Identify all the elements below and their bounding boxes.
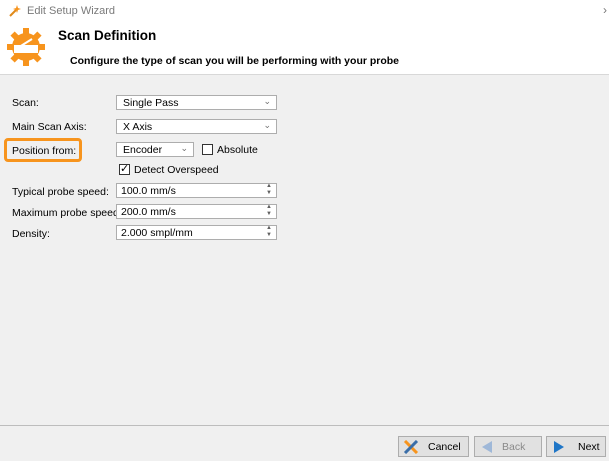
- main-scan-axis-value: X Axis: [123, 121, 153, 133]
- main-scan-axis-label: Main Scan Axis:: [12, 121, 87, 133]
- density-value: 2.000 smpl/mm: [121, 227, 193, 239]
- wizard-header: Scan Definition Configure the type of sc…: [0, 22, 609, 75]
- scan-value: Single Pass: [123, 97, 179, 109]
- spinner-arrows-icon[interactable]: ▲ ▼: [266, 183, 272, 197]
- position-from-value: Encoder: [123, 144, 163, 156]
- density-input[interactable]: 2.000 smpl/mm ▲ ▼: [116, 225, 277, 240]
- scan-select[interactable]: Single Pass ⌄: [116, 95, 277, 110]
- position-from-label: Position from:: [12, 145, 77, 157]
- chevron-down-icon: ⌄: [180, 143, 188, 153]
- cancel-label: Cancel: [428, 441, 461, 453]
- next-button[interactable]: Next: [546, 436, 606, 457]
- chevron-down-icon: ⌄: [263, 96, 271, 106]
- back-label: Back: [502, 441, 526, 453]
- detect-overspeed-label: Detect Overspeed: [134, 164, 219, 176]
- cancel-x-icon: [403, 440, 419, 454]
- absolute-checkbox[interactable]: [202, 144, 213, 155]
- spinner-arrows-icon[interactable]: ▲ ▼: [266, 225, 272, 239]
- close-icon[interactable]: ›: [603, 3, 607, 17]
- check-icon: ✓: [120, 163, 130, 175]
- wizard-footer: Cancel Back Next: [0, 425, 609, 461]
- page-subtitle: Configure the type of scan you will be p…: [70, 55, 400, 67]
- maximum-probe-speed-value: 200.0 mm/s: [121, 206, 176, 218]
- absolute-label: Absolute: [217, 144, 258, 156]
- scanner-gear-icon: [7, 28, 45, 66]
- detect-overspeed-checkbox[interactable]: ✓: [119, 163, 130, 175]
- chevron-down-icon: ⌄: [263, 120, 271, 130]
- typical-probe-speed-value: 100.0 mm/s: [121, 185, 176, 197]
- next-label: Next: [578, 441, 600, 453]
- window-title: Edit Setup Wizard: [27, 5, 116, 17]
- page-title: Scan Definition: [58, 28, 157, 43]
- arrow-right-icon: [554, 441, 564, 453]
- maximum-probe-speed-input[interactable]: 200.0 mm/s ▲ ▼: [116, 204, 277, 219]
- spinner-arrows-icon[interactable]: ▲ ▼: [266, 204, 272, 218]
- maximum-probe-speed-label: Maximum probe speed:: [12, 207, 122, 219]
- main-scan-axis-select[interactable]: X Axis ⌄: [116, 119, 277, 134]
- position-from-select[interactable]: Encoder ⌄: [116, 142, 194, 157]
- density-label: Density:: [12, 228, 50, 240]
- arrow-left-icon: [482, 441, 492, 453]
- back-button[interactable]: Back: [474, 436, 542, 457]
- title-bar: Edit Setup Wizard ›: [0, 0, 609, 22]
- typical-probe-speed-label: Typical probe speed:: [12, 186, 109, 198]
- typical-probe-speed-input[interactable]: 100.0 mm/s ▲ ▼: [116, 183, 277, 198]
- wizard-wand-icon: [9, 5, 21, 17]
- cancel-button[interactable]: Cancel: [398, 436, 469, 457]
- scan-label: Scan:: [12, 97, 39, 109]
